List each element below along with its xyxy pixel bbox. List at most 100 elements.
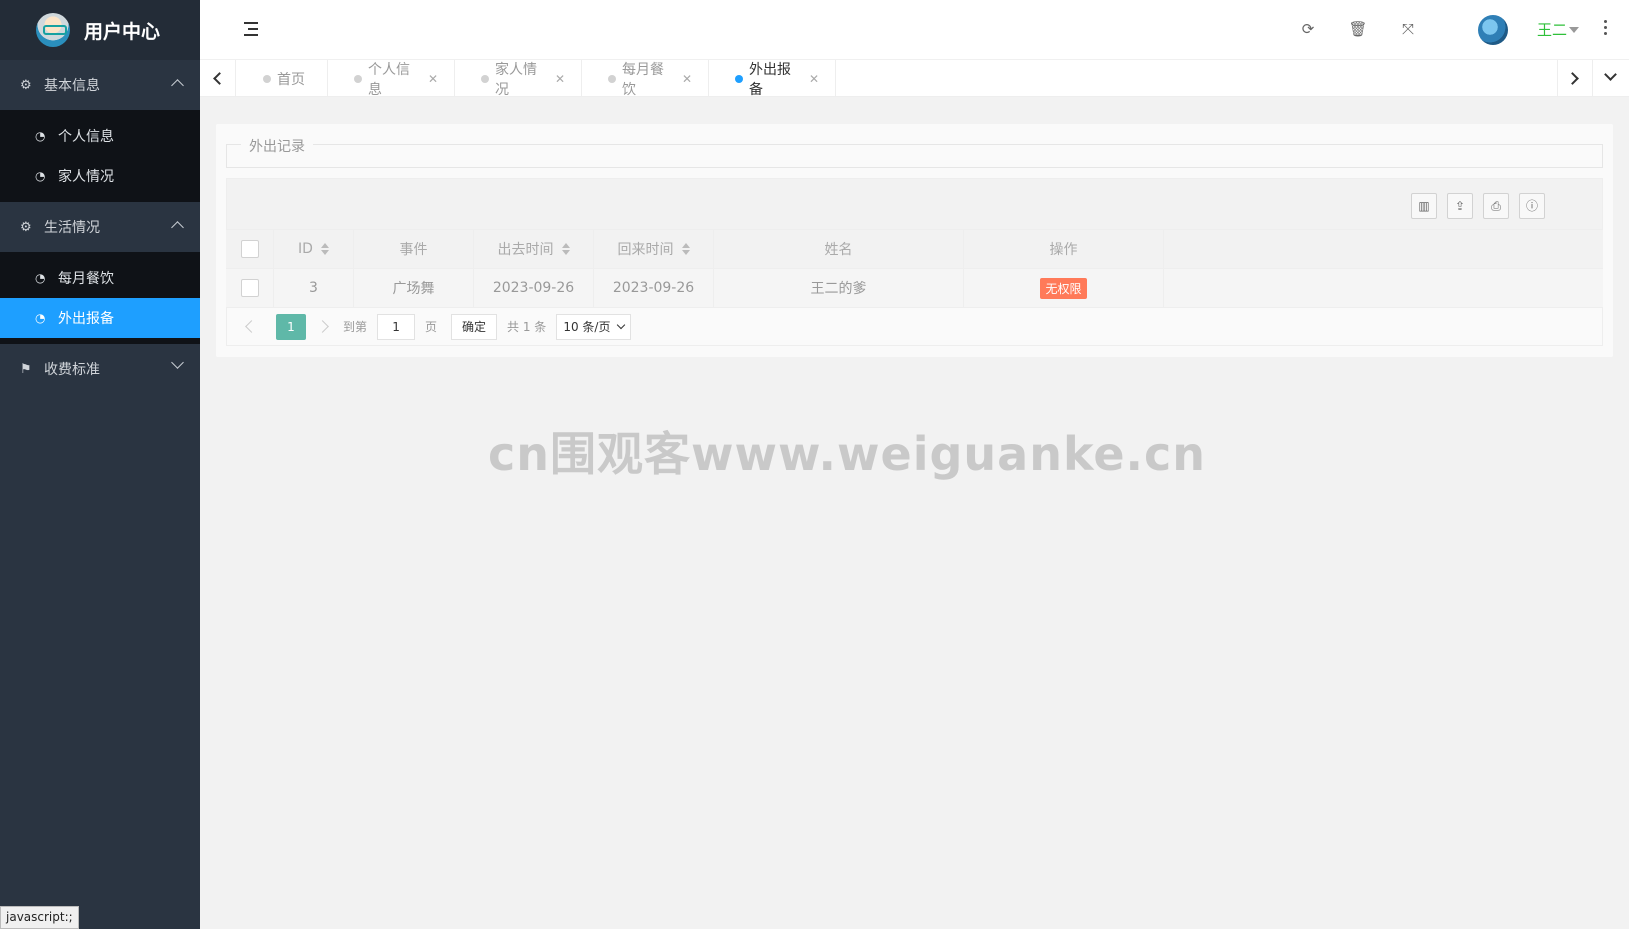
sort-icon[interactable] (320, 243, 329, 255)
sidebar-group-life[interactable]: ⚙ 生活情况 (0, 202, 200, 252)
prev-page-icon[interactable] (245, 320, 258, 333)
dashboard-icon: ◔ (35, 311, 46, 325)
tab-close-icon[interactable]: ✕ (682, 72, 692, 86)
goto-confirm-button[interactable]: 确定 (451, 313, 498, 340)
trash-icon[interactable]: 🗑 (1347, 18, 1369, 40)
column-header-name: 姓名 (714, 230, 964, 268)
column-header-event: 事件 (354, 230, 474, 268)
tab-home[interactable]: 首页 (237, 60, 328, 97)
chevron-down-icon (171, 356, 184, 369)
tab-dot-icon (608, 75, 616, 83)
submenu-life: ◔ 每月餐饮 ◔ 外出报备 (0, 252, 200, 344)
tabs-menu-button[interactable] (1593, 60, 1629, 97)
sidebar-item-outing-report[interactable]: ◔ 外出报备 (0, 298, 200, 338)
fieldset: 外出记录 (226, 136, 1603, 168)
row-filler-cell (1164, 269, 1603, 307)
header-filler-cell (1164, 230, 1603, 268)
tab-dot-icon (481, 75, 489, 83)
sidebar-item-label: 家人情况 (58, 169, 114, 185)
row-checkbox[interactable] (240, 279, 259, 297)
logo-avatar-icon (36, 13, 70, 47)
sidebar-group-label: 收费标准 (44, 362, 100, 378)
tab-close-icon[interactable]: ✕ (809, 72, 819, 86)
row-checkbox-cell (226, 269, 274, 307)
info-icon[interactable]: ⓘ (1519, 193, 1545, 219)
page-size-value: 10 条/页 (563, 320, 611, 334)
gears-icon: ⚙ (20, 219, 32, 235)
tab-label: 每月餐饮 (622, 61, 664, 98)
fieldset-legend: 外出记录 (241, 136, 313, 156)
tab-personal-info[interactable]: 个人信息 ✕ (328, 60, 455, 98)
table-toolbar: ▥ ⇪ ⎙ ⓘ (226, 178, 1603, 230)
sidebar-group-fees[interactable]: ⚑ 收费标准 (0, 344, 200, 394)
sidebar-group-label: 生活情况 (44, 220, 100, 236)
sort-icon[interactable] (561, 243, 570, 255)
cell-out-time: 2023-09-26 (474, 269, 594, 307)
tab-monthly-meals[interactable]: 每月餐饮 ✕ (582, 60, 709, 98)
sidebar: 用户中心 ⚙ 基本信息 ◔ 个人信息 ◔ 家人情况 ⚙ 生活情况 ◔ 每月餐饮 … (0, 0, 200, 929)
sidebar-group-basic-info[interactable]: ⚙ 基本信息 (0, 60, 200, 110)
goto-label: 到第 (343, 320, 368, 334)
sort-icon[interactable] (681, 243, 690, 255)
dashboard-icon: ◔ (35, 271, 46, 285)
sidebar-item-family[interactable]: ◔ 家人情况 (0, 156, 200, 196)
dashboard-icon: ◔ (35, 169, 46, 183)
sidebar-item-monthly-meals[interactable]: ◔ 每月餐饮 (0, 258, 200, 298)
tab-label: 家人情况 (495, 61, 537, 98)
user-name[interactable]: 王二 (1537, 19, 1567, 40)
content-panel: 外出记录 ▥ ⇪ ⎙ ⓘ ID 事件 出去时间 回来时间 姓名 操作 3 广场舞… (216, 124, 1613, 357)
next-page-icon[interactable] (316, 320, 329, 333)
export-icon[interactable]: ⇪ (1447, 193, 1473, 219)
column-header-label: 出去时间 (497, 242, 554, 258)
no-permission-badge[interactable]: 无权限 (1040, 277, 1087, 299)
column-header-label: 事件 (399, 242, 428, 258)
caret-down-icon[interactable] (1569, 27, 1579, 33)
column-header-action: 操作 (964, 230, 1164, 268)
tab-close-icon[interactable]: ✕ (555, 72, 565, 86)
column-header-id[interactable]: ID (274, 230, 354, 268)
user-avatar[interactable] (1478, 15, 1508, 45)
table-header-row: ID 事件 出去时间 回来时间 姓名 操作 (226, 230, 1603, 269)
top-header: ⟳ 🗑 ⤧ 王二 (200, 0, 1629, 60)
sidebar-item-personal-info[interactable]: ◔ 个人信息 (0, 116, 200, 156)
cell-name: 王二的爹 (714, 269, 964, 307)
columns-icon[interactable]: ▥ (1411, 193, 1437, 219)
app-title: 用户中心 (84, 20, 161, 43)
tab-family[interactable]: 家人情况 ✕ (455, 60, 582, 98)
column-header-out-time[interactable]: 出去时间 (474, 230, 594, 268)
tab-dot-icon (263, 75, 271, 83)
dashboard-icon: ◔ (35, 129, 46, 143)
logo[interactable]: 用户中心 (0, 0, 200, 60)
sidebar-group-label: 基本信息 (44, 78, 100, 94)
tab-close-icon[interactable]: ✕ (428, 72, 438, 86)
menu-toggle-icon[interactable] (244, 22, 260, 36)
sidebar-item-label: 外出报备 (58, 311, 114, 327)
tabs-scroll-right-button[interactable] (1557, 60, 1593, 97)
page-suffix-label: 页 (425, 320, 438, 334)
tab-dot-icon (354, 75, 362, 83)
tabs-scroll-left-button[interactable] (200, 60, 236, 97)
gears-icon: ⚙ (20, 77, 32, 93)
chevron-right-icon (1566, 72, 1579, 85)
refresh-icon[interactable]: ⟳ (1297, 18, 1319, 40)
column-header-back-time[interactable]: 回来时间 (594, 230, 714, 268)
goto-page-input[interactable]: 1 (377, 313, 416, 340)
print-icon[interactable]: ⎙ (1483, 193, 1509, 219)
flag-icon: ⚑ (20, 361, 32, 377)
tab-label: 首页 (277, 71, 305, 88)
column-header-label: 回来时间 (617, 242, 674, 258)
chevron-down-icon (617, 320, 626, 330)
chevron-up-icon (171, 79, 184, 92)
more-vertical-icon[interactable] (1604, 20, 1608, 38)
column-header-label: 操作 (1049, 242, 1078, 258)
tabs: 首页 个人信息 ✕ 家人情况 ✕ 每月餐饮 ✕ 外出报备 ✕ (237, 60, 836, 98)
tab-outing-report[interactable]: 外出报备 ✕ (709, 60, 836, 98)
cell-back-time: 2023-09-26 (594, 269, 714, 307)
cell-id: 3 (274, 269, 354, 307)
tab-label: 外出报备 (749, 61, 791, 98)
page-size-select[interactable]: 10 条/页 (556, 313, 632, 340)
select-all-checkbox[interactable] (240, 240, 259, 258)
cell-action: 无权限 (964, 269, 1164, 307)
fullscreen-icon[interactable]: ⤧ (1397, 18, 1419, 40)
current-page-button[interactable]: 1 (276, 313, 306, 340)
